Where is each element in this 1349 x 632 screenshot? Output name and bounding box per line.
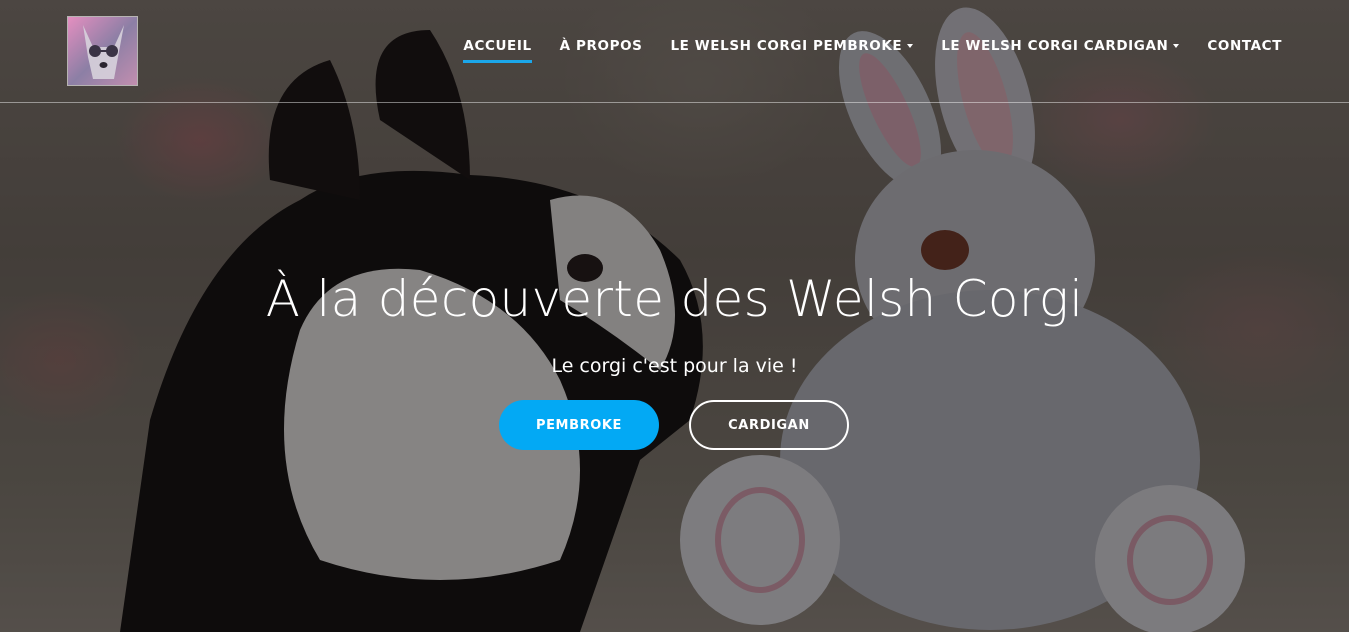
nav-item-contact[interactable]: CONTACT (1207, 38, 1282, 62)
nav-item-label: LE WELSH CORGI CARDIGAN (941, 38, 1169, 54)
nav-item-label: LE WELSH CORGI PEMBROKE (670, 38, 903, 54)
caret-down-icon (907, 44, 914, 48)
nav-item-label: ACCUEIL (463, 38, 532, 54)
navbar: ACCUEIL À PROPOS LE WELSH CORGI PEMBROKE… (0, 0, 1349, 103)
caret-down-icon (1173, 44, 1180, 48)
main-nav: ACCUEIL À PROPOS LE WELSH CORGI PEMBROKE… (435, 38, 1282, 63)
nav-item-label: À PROPOS (559, 38, 643, 54)
corgi-logo-icon (68, 17, 137, 85)
nav-item-a-propos[interactable]: À PROPOS (560, 38, 643, 62)
hero-title: À la découverte des Welsh Corgi (265, 270, 1084, 328)
hero-subtitle: Le corgi c'est pour la vie ! (551, 355, 798, 377)
cardigan-button[interactable]: CARDIGAN (689, 400, 849, 450)
site-logo[interactable] (67, 16, 138, 86)
nav-item-accueil[interactable]: ACCUEIL (463, 38, 532, 63)
nav-item-pembroke[interactable]: LE WELSH CORGI PEMBROKE (670, 38, 914, 62)
nav-item-label: CONTACT (1207, 38, 1282, 54)
pembroke-button[interactable]: PEMBROKE (499, 400, 659, 450)
nav-item-cardigan[interactable]: LE WELSH CORGI CARDIGAN (941, 38, 1180, 62)
